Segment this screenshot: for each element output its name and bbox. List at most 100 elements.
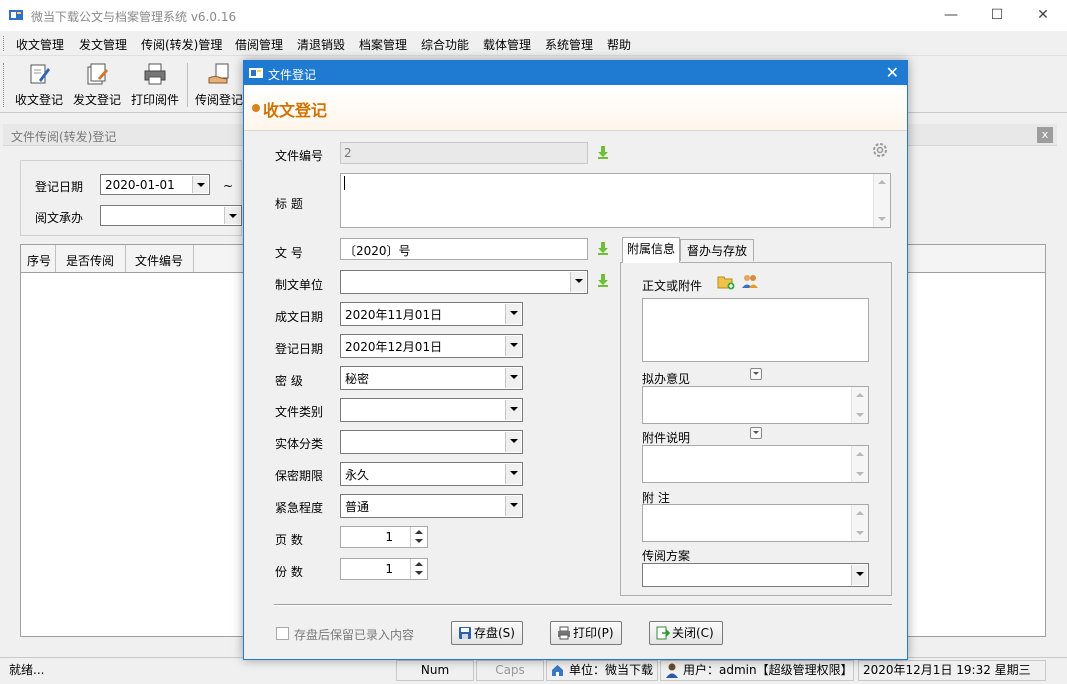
keep-content-checkbox[interactable] — [276, 627, 289, 640]
tb-send-register-button[interactable]: 发文登记 — [70, 60, 124, 110]
save-button[interactable]: 存盘(S) — [451, 621, 523, 645]
close-button[interactable]: 关闭(C) — [649, 621, 723, 645]
copies-spin-buttons[interactable] — [410, 559, 427, 579]
reg-date-label: 登记日期 — [275, 342, 324, 356]
made-date-select[interactable]: 2020年11月01日 — [340, 302, 523, 326]
doc-no-field[interactable]: 2 — [340, 142, 588, 164]
printer-icon — [558, 626, 570, 640]
exit-door-icon — [656, 626, 670, 640]
attach-note-scrollbar[interactable] — [851, 446, 868, 482]
download-arrow-icon[interactable] — [597, 145, 609, 159]
gear-icon[interactable] — [871, 141, 889, 159]
pages-stepper[interactable]: 1 — [340, 526, 428, 548]
chevron-down-icon[interactable] — [505, 336, 521, 356]
col-doc-no[interactable]: 文件编号 — [135, 252, 183, 269]
issuer-label: 制文单位 — [275, 278, 324, 292]
compose-document-icon — [87, 63, 108, 85]
filter-box: 登记日期 2020-01-01 ~ 阅文承办 — [20, 160, 242, 236]
chevron-down-icon[interactable] — [505, 464, 521, 484]
chevron-down-icon[interactable] — [505, 496, 521, 516]
chevron-down-icon[interactable] — [570, 272, 586, 292]
body-attach-list[interactable] — [642, 298, 869, 362]
entity-select[interactable] — [340, 430, 523, 454]
users-icon[interactable] — [741, 273, 759, 290]
reg-date-select[interactable]: 2020年12月01日 — [340, 334, 523, 358]
remark-input[interactable] — [642, 504, 869, 542]
route-select[interactable] — [642, 563, 869, 587]
menu-help[interactable]: 帮助 — [607, 36, 631, 53]
download-arrow-icon[interactable] — [597, 241, 609, 255]
menu-borrow[interactable]: 借阅管理 — [235, 36, 283, 53]
filter-date-select[interactable]: 2020-01-01 — [100, 174, 210, 195]
col-circulated[interactable]: 是否传阅 — [66, 252, 114, 269]
entity-label: 实体分类 — [275, 437, 324, 451]
toolbar-separator — [187, 63, 188, 107]
urgency-select[interactable]: 普通 — [340, 494, 523, 518]
category-select[interactable] — [340, 398, 523, 422]
chevron-down-icon[interactable] — [851, 565, 867, 585]
filter-date-label: 登记日期 — [35, 180, 84, 194]
title-input[interactable] — [340, 173, 891, 228]
chevron-down-icon[interactable] — [505, 304, 521, 324]
chevron-down-icon[interactable] — [192, 176, 208, 193]
chevron-down-icon[interactable] — [750, 368, 762, 380]
panel-title: 文件传阅(转发)登记 — [11, 130, 117, 144]
filter-handler-select[interactable] — [100, 205, 242, 226]
period-label: 保密期限 — [275, 469, 324, 483]
chevron-down-icon[interactable] — [505, 400, 521, 420]
hand-document-icon — [208, 63, 229, 84]
title-scrollbar[interactable] — [873, 174, 890, 227]
close-button-label: 关闭(C) — [672, 626, 714, 640]
opinion-scrollbar[interactable] — [851, 387, 868, 423]
dialog-close-icon[interactable]: ✕ — [886, 63, 899, 82]
tb-receive-register-button[interactable]: 收文登记 — [12, 60, 66, 110]
minimize-button[interactable]: — — [928, 0, 974, 31]
menu-receive[interactable]: 收文管理 — [16, 36, 64, 53]
urgency-label: 紧急程度 — [275, 501, 324, 515]
opinion-label: 拟办意见 — [642, 372, 691, 386]
menu-system[interactable]: 系统管理 — [545, 36, 593, 53]
made-date-value: 2020年11月01日 — [345, 308, 443, 322]
chevron-down-icon[interactable] — [750, 427, 762, 439]
menu-media[interactable]: 载体管理 — [483, 36, 531, 53]
wenhao-input[interactable]: 〔2020〕号 — [340, 238, 588, 260]
menu-send[interactable]: 发文管理 — [79, 36, 127, 53]
download-arrow-icon[interactable] — [597, 273, 609, 287]
chevron-down-icon[interactable] — [505, 432, 521, 452]
tab-supervise-storage[interactable]: 督办与存放 — [680, 239, 754, 261]
copies-stepper[interactable]: 1 — [340, 558, 428, 580]
status-user-text: 用户：admin【超级管理权限】 — [683, 663, 853, 677]
maximize-button[interactable]: ☐ — [974, 0, 1020, 31]
panel-close-button[interactable]: x — [1037, 127, 1053, 143]
tb-print-button[interactable]: 打印阅件 — [128, 60, 182, 110]
reg-date-value: 2020年12月01日 — [345, 340, 443, 354]
pages-value: 1 — [385, 530, 393, 544]
menu-archive[interactable]: 档案管理 — [359, 36, 407, 53]
printer-icon — [144, 63, 166, 85]
menu-circulate[interactable]: 传阅(转发)管理 — [141, 36, 222, 53]
tab-attached-info[interactable]: 附属信息 — [622, 237, 680, 263]
add-folder-icon[interactable] — [717, 274, 735, 290]
chevron-down-icon[interactable] — [224, 207, 240, 224]
menu-bar: 收文管理 发文管理 传阅(转发)管理 借阅管理 清退销毁 档案管理 综合功能 载… — [0, 31, 1067, 56]
close-window-button[interactable]: ✕ — [1020, 0, 1066, 31]
period-select[interactable]: 永久 — [340, 462, 523, 486]
menu-general[interactable]: 综合功能 — [421, 36, 469, 53]
menu-destroy[interactable]: 清退销毁 — [297, 36, 345, 53]
pages-spin-buttons[interactable] — [410, 527, 427, 547]
col-seq[interactable]: 序号 — [27, 252, 51, 269]
print-button[interactable]: 打印(P) — [550, 621, 622, 645]
chevron-down-icon[interactable] — [505, 368, 521, 388]
issuer-select[interactable] — [340, 270, 588, 294]
file-register-dialog: 文件登记 ✕ 收文登记 文件编号 标 题 文 号 制文单位 成文日期 登记日期 … — [243, 60, 908, 660]
info-tabs: 附属信息 督办与存放 正文或附件 拟办意见 附件说明 附 注 传阅方案 — [620, 237, 892, 596]
remark-scrollbar[interactable] — [851, 505, 868, 541]
attach-note-input[interactable] — [642, 445, 869, 483]
tb-circulate-register-button[interactable]: 传阅登记 — [192, 60, 246, 110]
secret-select[interactable]: 秘密 — [340, 366, 523, 390]
status-unit: 单位：微当下载 — [546, 660, 658, 681]
secret-value: 秘密 — [345, 372, 370, 386]
opinion-input[interactable] — [642, 386, 869, 424]
tb-print-label: 打印阅件 — [130, 93, 179, 107]
filter-date-value: 2020-01-01 — [105, 178, 175, 192]
